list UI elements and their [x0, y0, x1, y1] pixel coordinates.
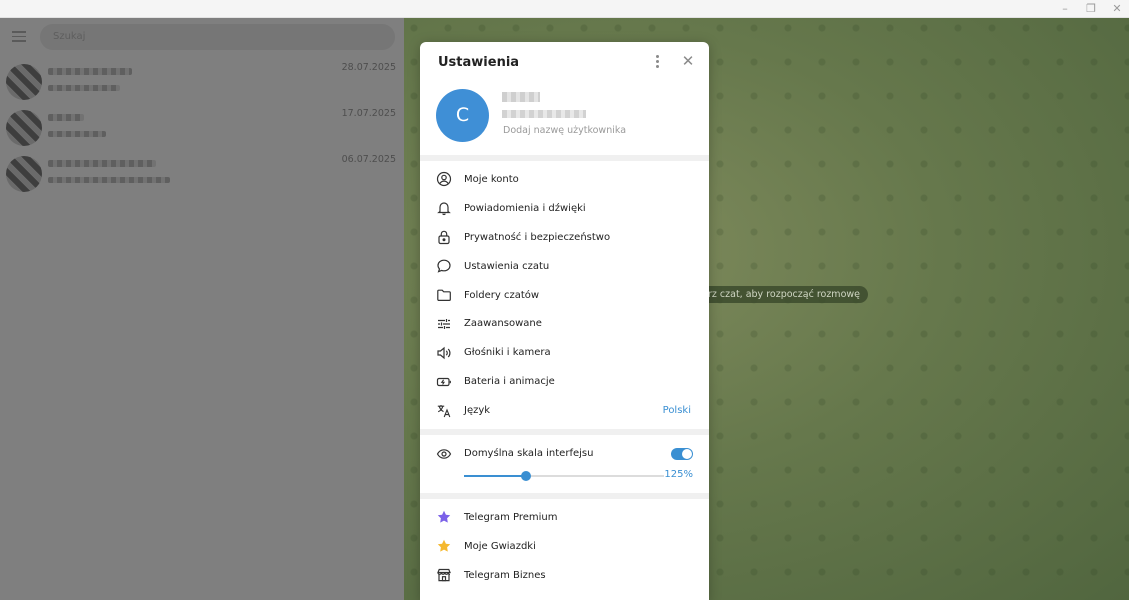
menu-icon[interactable] [12, 31, 26, 42]
eye-icon [436, 449, 452, 459]
chat-list-item[interactable]: 17.07.2025 [0, 104, 404, 150]
window-titlebar: – ❐ ✕ [0, 0, 1129, 18]
folder-icon [437, 289, 451, 301]
restore-button[interactable]: ❐ [1085, 0, 1097, 18]
chat-list-panel: Szukaj 28.07.2025 17.07.2025 06.07.2025 [0, 18, 404, 600]
chat-avatar [6, 110, 42, 146]
menu-item-label: Telegram Biznes [464, 569, 546, 581]
scale-toggle[interactable] [671, 448, 693, 461]
menu-item-chat-settings[interactable]: Ustawienia czatu [420, 252, 709, 281]
language-value: Polski [662, 405, 691, 417]
menu-item-label: Język [464, 405, 491, 417]
chat-preview-redacted [48, 85, 120, 91]
menu-item-label: Bateria i animacje [464, 376, 555, 388]
settings-modal: Ustawienia ✕ C Dodaj nazwę użytkownika M… [420, 42, 709, 600]
menu-item-label: Moje Gwiazdki [464, 540, 536, 552]
chat-date: 28.07.2025 [341, 62, 396, 73]
battery-icon [436, 377, 451, 386]
chat-name-redacted [48, 160, 156, 167]
scale-label: Domyślna skala interfejsu [464, 448, 594, 460]
menu-item-my-stars[interactable]: Moje Gwiazdki [420, 532, 709, 561]
search-input[interactable]: Szukaj [40, 24, 395, 50]
menu-item-label: Głośniki i kamera [464, 347, 551, 359]
lock-icon [438, 230, 450, 245]
chat-list-item[interactable]: 28.07.2025 [0, 58, 404, 104]
close-icon[interactable]: ✕ [681, 54, 695, 69]
chat-list-item[interactable]: 06.07.2025 [0, 150, 404, 196]
menu-item-chat-folders[interactable]: Foldery czatów [420, 281, 709, 310]
menu-item-label: Ustawienia czatu [464, 260, 550, 272]
chat-name-redacted [48, 68, 132, 75]
shop-icon [437, 569, 451, 582]
menu-item-label: Foldery czatów [464, 289, 540, 301]
menu-item-advanced[interactable]: Zaawansowane [420, 309, 709, 338]
menu-item-battery[interactable]: Bateria i animacje [420, 367, 709, 396]
scale-slider[interactable] [464, 471, 664, 482]
profile-section[interactable]: C Dodaj nazwę użytkownika [420, 82, 709, 155]
sliders-icon [438, 318, 450, 329]
menu-item-partial[interactable] [420, 590, 709, 600]
speaker-icon [437, 346, 451, 360]
menu-item-my-account[interactable]: Moje konto [420, 165, 709, 194]
chat-date: 06.07.2025 [341, 154, 396, 165]
bell-icon [437, 202, 451, 216]
chat-avatar [6, 64, 42, 100]
settings-menu: Moje konto Powiadomienia i dźwięki Prywa… [420, 161, 709, 429]
profile-name-redacted [502, 92, 540, 102]
profile-phone-redacted [502, 110, 586, 118]
menu-item-label: Moje konto [464, 173, 519, 185]
menu-item-speakers-camera[interactable]: Głośniki i kamera [420, 338, 709, 367]
minimize-button[interactable]: – [1059, 0, 1071, 18]
menu-item-label: Prywatność i bezpieczeństwo [464, 231, 611, 243]
scale-slider-fill [464, 475, 526, 478]
menu-item-telegram-premium[interactable]: Telegram Premium [420, 503, 709, 532]
menu-item-privacy[interactable]: Prywatność i bezpieczeństwo [420, 223, 709, 252]
chat-bubble-icon [437, 259, 451, 273]
menu-item-telegram-business[interactable]: Telegram Biznes [420, 561, 709, 590]
modal-header: Ustawienia ✕ [420, 42, 709, 82]
chat-preview-redacted [48, 177, 170, 183]
scale-percent: 125% [664, 469, 693, 481]
menu-item-label: Powiadomienia i dźwięki [464, 202, 586, 214]
menu-item-label: Telegram Premium [464, 511, 558, 523]
user-circle-icon [436, 172, 452, 187]
avatar[interactable]: C [436, 89, 489, 142]
scale-slider-thumb[interactable] [521, 471, 531, 482]
extras-menu: Telegram Premium Moje Gwiazdki Telegram … [420, 499, 709, 600]
menu-item-language[interactable]: Język Polski [420, 396, 709, 425]
chat-name-redacted [48, 114, 84, 121]
username-hint[interactable]: Dodaj nazwę użytkownika [503, 125, 626, 136]
translate-icon [437, 404, 451, 417]
window-controls: – ❐ ✕ [1059, 0, 1123, 18]
chat-preview-redacted [48, 131, 106, 137]
chat-date: 17.07.2025 [341, 108, 396, 119]
star-purple-icon [437, 511, 451, 524]
star-gold-icon [437, 540, 451, 552]
menu-item-label: Zaawansowane [464, 318, 542, 330]
chat-avatar [6, 156, 42, 192]
menu-item-notifications[interactable]: Powiadomienia i dźwięki [420, 194, 709, 223]
interface-scale-section: Domyślna skala interfejsu 125% [420, 435, 709, 493]
close-window-button[interactable]: ✕ [1111, 0, 1123, 18]
more-options-icon[interactable] [656, 55, 660, 69]
select-chat-hint: rz czat, aby rozpocząć rozmowę [690, 286, 868, 303]
modal-title: Ustawienia [438, 55, 520, 70]
